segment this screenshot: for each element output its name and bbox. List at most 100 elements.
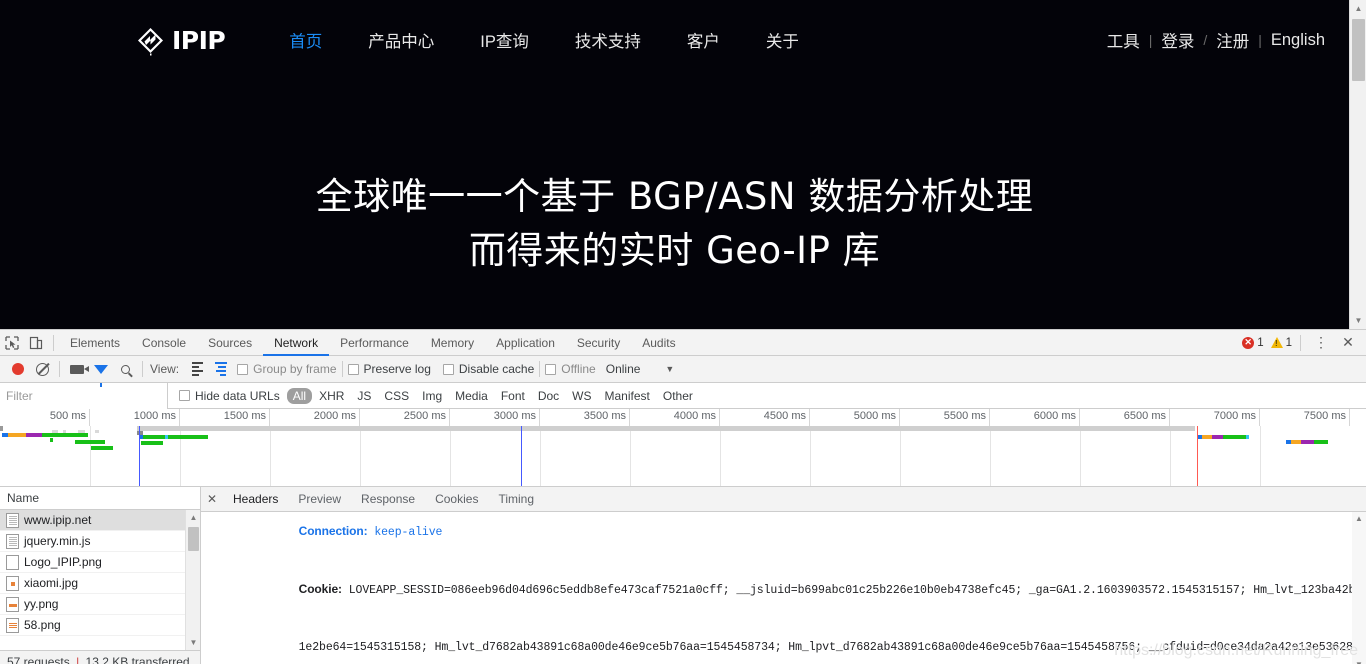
nav-register-link[interactable]: 注册 — [1216, 28, 1249, 52]
search-button[interactable] — [113, 357, 137, 381]
warning-count-badge[interactable]: 1 — [1270, 336, 1292, 349]
disable-cache-checkbox[interactable]: Disable cache — [442, 362, 534, 376]
type-filter-all[interactable]: All — [286, 387, 313, 404]
more-options-icon[interactable]: ⋮ — [1309, 331, 1333, 355]
close-devtools-icon[interactable]: ✕ — [1336, 331, 1360, 355]
type-filter-font[interactable]: Font — [495, 388, 531, 404]
nav-login-link[interactable]: 登录 — [1161, 28, 1194, 52]
table-row[interactable]: www.ipip.net — [0, 510, 200, 531]
type-filter-xhr[interactable]: XHR — [313, 388, 350, 404]
offline-label: Offline — [561, 362, 596, 376]
nav-item-ip-lookup[interactable]: IP查询 — [457, 28, 552, 52]
detail-tab-timing[interactable]: Timing — [488, 487, 544, 512]
network-overview[interactable]: 500 ms 1000 ms 1500 ms 2000 ms 2500 ms 3… — [0, 409, 1366, 487]
nav-item-customers[interactable]: 客户 — [664, 28, 743, 52]
page-scrollbar[interactable]: ▲ ▼ — [1349, 0, 1366, 329]
header-value: LOVEAPP_SESSID=086eeb96d04d696c5eddb8efe… — [341, 584, 1366, 597]
chevron-down-icon[interactable]: ▼ — [665, 364, 674, 374]
scroll-up-arrow-icon[interactable]: ▲ — [186, 510, 200, 525]
nav-tools-link[interactable]: 工具 — [1107, 28, 1140, 52]
header-value: keep-alive — [367, 526, 443, 539]
tab-elements[interactable]: Elements — [59, 330, 131, 356]
clear-button[interactable] — [30, 357, 54, 381]
detail-tab-response[interactable]: Response — [351, 487, 425, 512]
hero-line-1: 全球唯一一个基于 BGP/ASN 数据分析处理 — [315, 175, 1034, 218]
request-name: yy.png — [24, 597, 59, 611]
request-list[interactable]: www.ipip.net jquery.min.js Logo_IPIP.png… — [0, 510, 200, 650]
network-filter-bar: Hide data URLs All XHR JS CSS Img Media … — [0, 382, 1366, 409]
scroll-thumb[interactable] — [1352, 19, 1365, 81]
hide-data-urls-checkbox[interactable]: Hide data URLs — [179, 389, 280, 403]
filter-input[interactable] — [0, 382, 168, 409]
tab-sources[interactable]: Sources — [197, 330, 263, 356]
detail-tab-headers[interactable]: Headers — [223, 487, 288, 512]
tick-label: 6000 ms — [1033, 410, 1076, 422]
control-divider-4 — [539, 361, 541, 377]
error-count-badge[interactable]: ✕ 1 — [1242, 336, 1264, 349]
type-filter-js[interactable]: JS — [351, 388, 377, 404]
site-brand[interactable]: IPIP — [135, 25, 226, 56]
list-view-button[interactable] — [185, 357, 209, 381]
group-by-frame-checkbox[interactable]: Group by frame — [237, 362, 337, 376]
tick-label: 500 ms — [49, 410, 86, 422]
screen-root: IPIP 首页 产品中心 IP查询 技术支持 客户 关于 工具 | 登录 / 注… — [0, 0, 1366, 664]
filter-toggle-button[interactable] — [89, 357, 113, 387]
waterfall-view-button[interactable] — [209, 357, 233, 381]
tick-label: 4000 ms — [673, 410, 716, 422]
resource-type-filters: All XHR JS CSS Img Media Font Doc WS Man… — [286, 387, 699, 404]
detail-tab-cookies[interactable]: Cookies — [425, 487, 488, 512]
scroll-down-arrow-icon[interactable]: ▼ — [1352, 658, 1366, 664]
nav-item-support[interactable]: 技术支持 — [552, 28, 664, 52]
scroll-down-arrow-icon[interactable]: ▼ — [186, 635, 200, 650]
table-row[interactable]: xiaomi.jpg — [0, 573, 200, 594]
type-filter-other[interactable]: Other — [657, 388, 699, 404]
scroll-thumb[interactable] — [188, 527, 199, 551]
capture-screenshots-button[interactable] — [65, 357, 89, 381]
nav-item-products[interactable]: 产品中心 — [345, 28, 457, 52]
type-filter-img[interactable]: Img — [416, 388, 448, 404]
table-row[interactable]: yy.png — [0, 594, 200, 615]
tab-security[interactable]: Security — [566, 330, 631, 356]
table-row[interactable]: Logo_IPIP.png — [0, 552, 200, 573]
throttling-select[interactable]: Online — [606, 362, 641, 376]
tick-label: 3500 ms — [583, 410, 626, 422]
request-detail-tabbar: ✕ Headers Preview Response Cookies Timin… — [201, 487, 1366, 512]
table-row[interactable]: jquery.min.js — [0, 531, 200, 552]
record-button[interactable] — [6, 357, 30, 381]
preserve-log-checkbox[interactable]: Preserve log — [347, 362, 431, 376]
nav-item-home[interactable]: 首页 — [266, 28, 345, 52]
scroll-up-arrow-icon[interactable]: ▲ — [1350, 0, 1366, 17]
toggle-device-toolbar-icon[interactable] — [24, 331, 48, 355]
header-key: Connection: — [298, 524, 368, 538]
request-count: 57 requests — [7, 655, 70, 664]
offline-checkbox[interactable]: Offline — [545, 362, 596, 376]
type-filter-doc[interactable]: Doc — [532, 388, 565, 404]
tab-network[interactable]: Network — [263, 330, 330, 356]
close-detail-icon[interactable]: ✕ — [201, 492, 223, 506]
type-filter-manifest[interactable]: Manifest — [599, 388, 656, 404]
type-filter-ws[interactable]: WS — [566, 388, 597, 404]
document-icon — [6, 512, 19, 528]
tab-console[interactable]: Console — [131, 330, 197, 356]
request-list-header[interactable]: Name — [0, 487, 200, 510]
request-name: jquery.min.js — [24, 534, 91, 548]
type-filter-css[interactable]: CSS — [378, 388, 415, 404]
header-key: Cookie: — [298, 582, 342, 596]
request-list-scrollbar[interactable]: ▲ ▼ — [185, 510, 200, 650]
table-row[interactable]: 58.png — [0, 615, 200, 636]
headers-content[interactable]: Connection: keep-alive Cookie: LOVEAPP_S… — [201, 512, 1366, 664]
request-name: 58.png — [24, 618, 61, 632]
type-filter-media[interactable]: Media — [449, 388, 494, 404]
tab-memory[interactable]: Memory — [420, 330, 485, 356]
scroll-up-arrow-icon[interactable]: ▲ — [1352, 512, 1366, 526]
nav-item-about[interactable]: 关于 — [743, 28, 822, 52]
detail-tab-preview[interactable]: Preview — [288, 487, 351, 512]
inspect-element-icon[interactable] — [0, 331, 24, 355]
tab-performance[interactable]: Performance — [329, 330, 420, 356]
detail-scrollbar[interactable]: ▲ ▼ — [1352, 512, 1366, 664]
scroll-down-arrow-icon[interactable]: ▼ — [1350, 312, 1366, 329]
warning-count: 1 — [1285, 336, 1292, 349]
tab-application[interactable]: Application — [485, 330, 566, 356]
tab-audits[interactable]: Audits — [631, 330, 686, 356]
nav-language-link[interactable]: English — [1271, 31, 1325, 50]
